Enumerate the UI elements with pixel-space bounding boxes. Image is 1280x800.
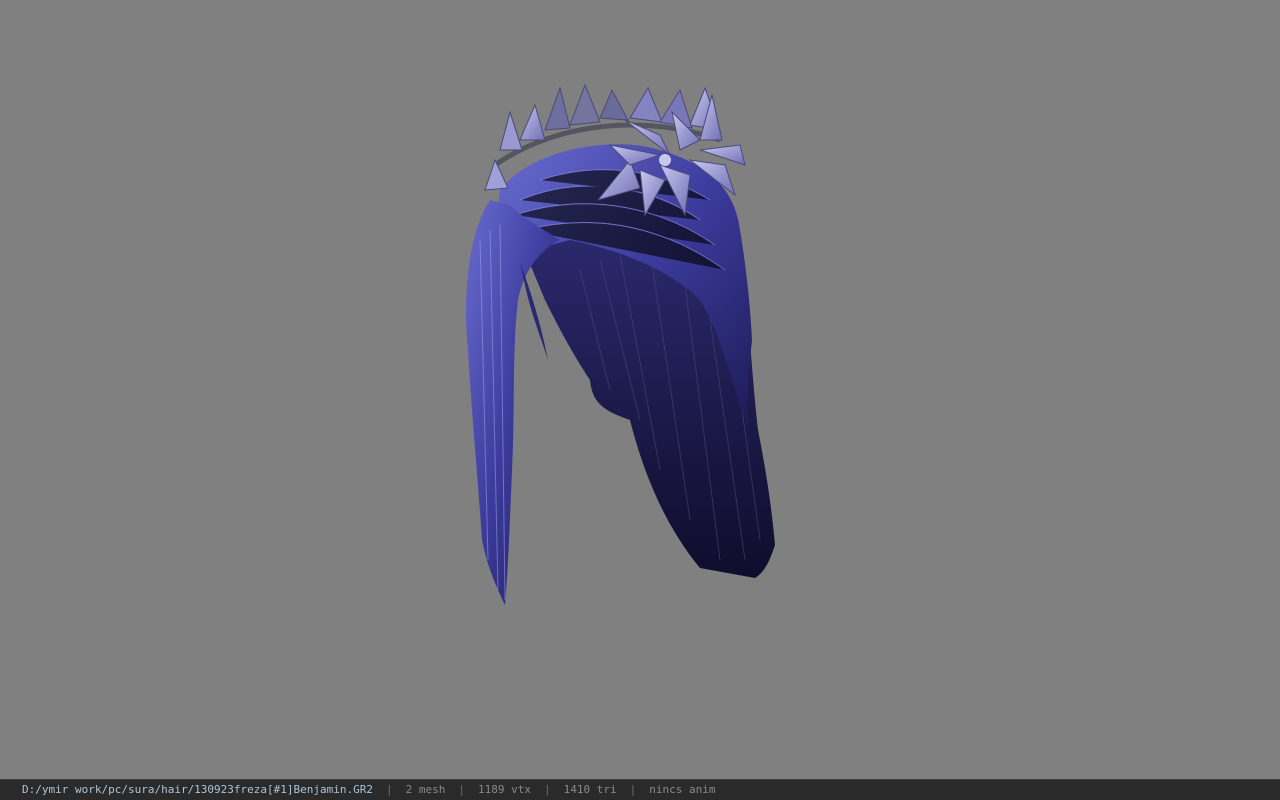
3d-viewport[interactable] xyxy=(0,0,1280,779)
separator: | xyxy=(629,783,637,796)
separator: | xyxy=(458,783,465,796)
status-bar: D:/ymir work/pc/sura/hair/130923freza[#1… xyxy=(0,779,1280,800)
separator: | xyxy=(543,783,551,796)
separator: | xyxy=(386,783,393,796)
hair-model-render xyxy=(466,83,775,605)
animation-status: nincs anim xyxy=(649,783,716,796)
file-path: D:/ymir work/pc/sura/hair/130923freza[#1… xyxy=(22,783,373,796)
triangle-count: 1410 tri xyxy=(563,783,617,796)
mesh-count: 2 mesh xyxy=(405,783,446,796)
vertex-count: 1189 vtx xyxy=(478,783,531,796)
